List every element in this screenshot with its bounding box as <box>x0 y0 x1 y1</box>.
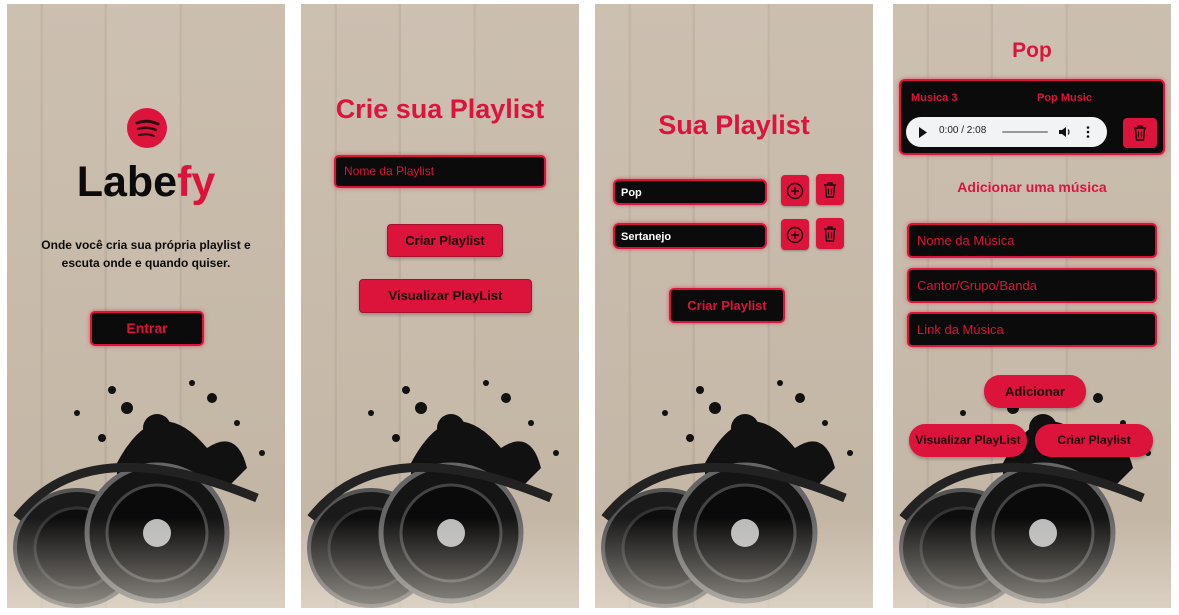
screen-playlist-detail: Pop Musica 3 Pop Music 0:00 / 2:08 Adici… <box>893 4 1171 608</box>
page-title: Sua Playlist <box>658 110 810 140</box>
delete-track-button[interactable] <box>1123 118 1157 148</box>
track-card: Musica 3 Pop Music 0:00 / 2:08 <box>899 79 1165 155</box>
audio-player[interactable]: 0:00 / 2:08 <box>906 117 1107 147</box>
create-playlist-button[interactable]: Criar Playlist <box>1035 424 1153 457</box>
brand-part-1: Labe <box>76 158 178 206</box>
create-playlist-button[interactable]: Criar Playlist <box>387 224 503 257</box>
playlist-item-sertanejo[interactable]: Sertanejo <box>613 223 767 249</box>
page-title: Crie sua Playlist <box>335 94 545 124</box>
playlist-name-input[interactable]: Nome da Playlist <box>334 155 546 188</box>
trash-icon <box>824 181 836 198</box>
tagline-line-1: Onde você cria sua própria playlist e <box>41 238 251 252</box>
tagline-line-2: escuta onde e quando quiser. <box>61 256 231 270</box>
screen-create-playlist: Crie sua Playlist Nome da Playlist Criar… <box>301 4 579 608</box>
screen-login: Labefy Onde você cria sua própria playli… <box>7 4 285 608</box>
brand-title: Labefy <box>7 158 285 207</box>
song-name-input[interactable]: Nome da Música <box>907 223 1157 258</box>
view-playlist-button[interactable]: Visualizar PlayList <box>909 424 1027 457</box>
artist-input[interactable]: Cantor/Grupo/Banda <box>907 268 1157 303</box>
play-icon[interactable] <box>918 127 928 138</box>
add-song-button[interactable]: Adicionar <box>984 375 1086 408</box>
plus-circle-icon <box>786 182 804 199</box>
screen-your-playlist: Sua Playlist Pop Sertanejo Criar Playlis… <box>595 4 873 608</box>
enter-button[interactable]: Entrar <box>90 311 204 346</box>
trash-icon <box>1134 125 1146 141</box>
trash-icon <box>824 225 836 242</box>
delete-playlist-button-sertanejo[interactable] <box>816 218 844 249</box>
playlist-item-pop[interactable]: Pop <box>613 179 767 205</box>
create-playlist-button[interactable]: Criar Playlist <box>669 288 785 323</box>
more-options-icon[interactable] <box>1086 126 1090 138</box>
plus-circle-icon <box>786 226 804 243</box>
progress-bar[interactable] <box>1002 131 1048 133</box>
brand-part-2: fy <box>177 158 216 206</box>
view-playlist-button[interactable]: Visualizar PlayList <box>359 279 532 313</box>
volume-icon[interactable] <box>1058 126 1071 138</box>
headphones-artwork <box>13 380 265 608</box>
tagline: Onde você cria sua própria playlist e es… <box>7 236 285 272</box>
add-song-title: Adicionar uma música <box>957 179 1107 195</box>
delete-playlist-button-pop[interactable] <box>816 174 844 205</box>
add-song-button-pop[interactable] <box>781 175 809 206</box>
track-artist: Pop Music <box>1037 92 1093 104</box>
song-link-input[interactable]: Link da Música <box>907 312 1157 347</box>
headphones-artwork <box>307 380 559 608</box>
logo-icon <box>127 108 167 148</box>
page-title: Pop <box>1012 39 1052 62</box>
track-time: 0:00 / 2:08 <box>939 125 987 136</box>
track-name: Musica 3 <box>911 92 958 104</box>
add-song-button-sertanejo[interactable] <box>781 219 809 250</box>
headphones-artwork <box>601 380 853 608</box>
